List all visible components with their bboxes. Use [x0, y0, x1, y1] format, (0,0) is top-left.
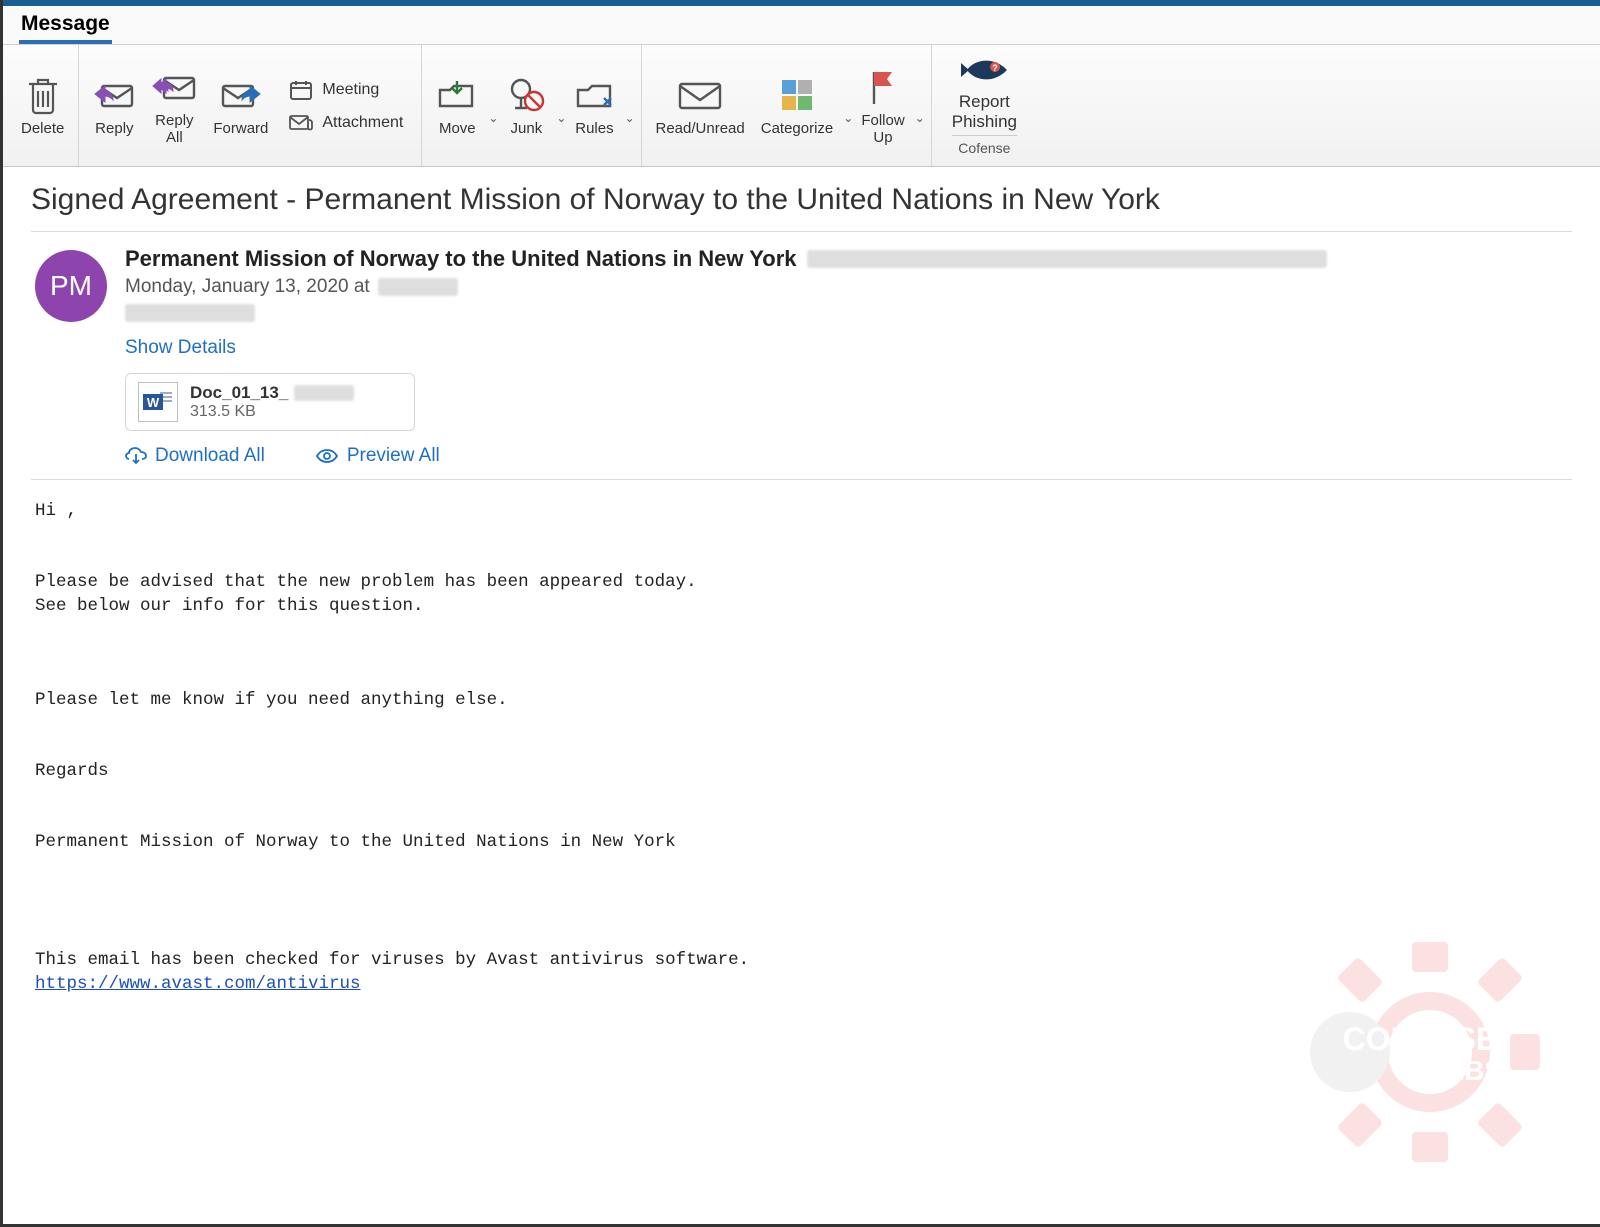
- attachment-button[interactable]: Attachment: [282, 109, 409, 137]
- reply-button[interactable]: Reply: [85, 69, 143, 142]
- meeting-button[interactable]: Meeting: [282, 75, 409, 105]
- sender-name: Permanent Mission of Norway to the Unite…: [125, 246, 797, 272]
- envelope-icon: [676, 73, 724, 117]
- reply-all-button[interactable]: Reply All: [143, 61, 205, 150]
- eye-icon: [315, 448, 339, 464]
- rules-button[interactable]: Rules: [566, 69, 622, 142]
- reply-icon: [93, 73, 135, 117]
- email-subject: Signed Agreement - Permanent Mission of …: [31, 177, 1572, 231]
- attachment-item[interactable]: Doc_01_13_ 313.5 KB: [125, 373, 415, 431]
- forward-icon: [220, 73, 262, 117]
- ribbon: Delete Reply Reply All Forward: [3, 45, 1600, 167]
- download-all-link[interactable]: Download All: [125, 445, 265, 467]
- move-button[interactable]: Move: [428, 69, 486, 142]
- folder-move-icon: [436, 73, 478, 117]
- show-details-link[interactable]: Show Details: [125, 337, 236, 359]
- sender-avatar: PM: [35, 250, 107, 322]
- chevron-down-icon[interactable]: ⌄: [843, 111, 853, 125]
- sender-line: Permanent Mission of Norway to the Unite…: [125, 246, 1568, 272]
- chevron-down-icon[interactable]: ⌄: [488, 111, 498, 125]
- junk-button[interactable]: Junk: [498, 69, 554, 142]
- trash-icon: [24, 73, 62, 117]
- preview-all-link[interactable]: Preview All: [315, 445, 440, 467]
- word-doc-icon: [138, 382, 178, 422]
- attachment-size: 313.5 KB: [190, 403, 354, 421]
- svg-text:?: ?: [993, 63, 999, 73]
- forward-button[interactable]: Forward: [205, 69, 276, 142]
- antivirus-link[interactable]: https://www.avast.com/antivirus: [35, 974, 361, 994]
- read-unread-button[interactable]: Read/Unread: [648, 69, 753, 142]
- download-icon: [125, 446, 147, 466]
- redacted-recipient: [125, 304, 255, 322]
- envelope-clip-icon: [288, 113, 314, 133]
- email-date: Monday, January 13, 2020 at: [125, 276, 1568, 298]
- reply-all-icon: [151, 65, 197, 109]
- chevron-down-icon[interactable]: ⌄: [556, 111, 566, 125]
- redacted-filename-part: [294, 385, 354, 401]
- rules-icon: [574, 73, 614, 117]
- categorize-icon: [779, 73, 815, 117]
- flag-icon: [868, 65, 898, 109]
- fish-icon: ?: [957, 55, 1011, 90]
- delete-button[interactable]: Delete: [13, 69, 72, 142]
- report-phishing-button[interactable]: ? Report Phishing Cofense: [938, 53, 1031, 158]
- follow-up-button[interactable]: Follow Up: [853, 61, 912, 150]
- redacted-time: [378, 278, 458, 296]
- tab-message[interactable]: Message: [19, 12, 112, 44]
- junk-icon: [506, 73, 546, 117]
- chevron-down-icon[interactable]: ⌄: [915, 111, 925, 125]
- attachment-filename: Doc_01_13_: [190, 383, 288, 403]
- calendar-icon: [288, 79, 314, 101]
- categorize-button[interactable]: Categorize: [753, 69, 842, 142]
- email-body: Hi , Please be advised that the new prob…: [31, 480, 1572, 996]
- ribbon-tabs: Message: [3, 6, 1600, 45]
- email-header: PM Permanent Mission of Norway to the Un…: [31, 231, 1572, 480]
- redacted-emails: [807, 250, 1327, 268]
- chevron-down-icon[interactable]: ⌄: [624, 111, 634, 125]
